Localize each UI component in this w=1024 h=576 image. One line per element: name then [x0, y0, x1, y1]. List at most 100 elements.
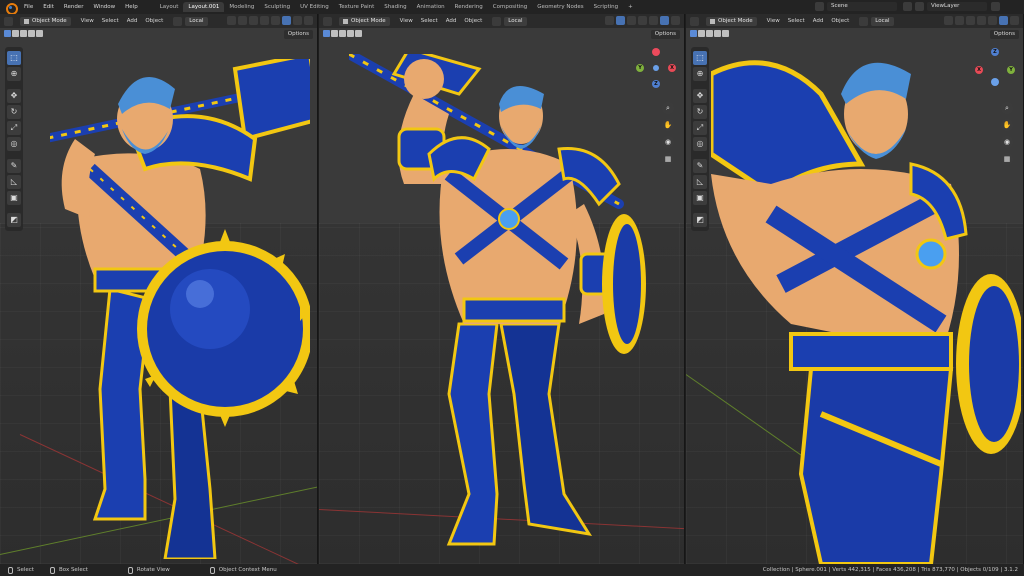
gizmo-y-axis-icon[interactable]: Y	[1007, 66, 1015, 74]
zoom-icon[interactable]: ⌕	[1001, 102, 1013, 114]
menu-add[interactable]: Add	[442, 18, 461, 24]
menu-edit[interactable]: Edit	[38, 4, 59, 10]
select-invert-icon[interactable]	[28, 30, 35, 37]
sidebar-toggle-icon[interactable]: ◩	[7, 213, 21, 227]
new-scene-icon[interactable]	[903, 2, 912, 11]
scale-tool-icon[interactable]: ⤢	[7, 121, 21, 135]
add-cube-tool-icon[interactable]: ▣	[693, 191, 707, 205]
menu-add[interactable]: Add	[809, 18, 828, 24]
wireframe-shading-icon[interactable]	[988, 16, 997, 25]
orientation-icon[interactable]	[173, 16, 183, 26]
pan-hand-icon[interactable]: ✋	[1001, 119, 1013, 131]
transform-tool-icon[interactable]: ◎	[693, 137, 707, 151]
menu-add[interactable]: Add	[123, 18, 142, 24]
perspective-grid-icon[interactable]: ▦	[1001, 153, 1013, 165]
annotate-tool-icon[interactable]: ✎	[693, 159, 707, 173]
select-intersect-icon[interactable]	[355, 30, 362, 37]
transform-tool-icon[interactable]: ◎	[7, 137, 21, 151]
material-shading-icon[interactable]	[671, 16, 680, 25]
move-tool-icon[interactable]: ✥	[7, 89, 21, 103]
measure-tool-icon[interactable]: ◺	[7, 175, 21, 189]
overlay-icon[interactable]	[966, 16, 975, 25]
gizmo-toggle-icon[interactable]	[955, 16, 964, 25]
blender-logo-icon[interactable]	[4, 2, 18, 15]
orientation-dropdown[interactable]: Local	[504, 16, 527, 26]
visibility-icon[interactable]	[944, 16, 953, 25]
gizmo-z-axis-icon[interactable]: Z	[652, 80, 660, 88]
visibility-icon[interactable]	[605, 16, 614, 25]
tab-layout[interactable]: Layout	[155, 2, 184, 12]
xray-icon[interactable]	[260, 16, 269, 25]
tab-texture-paint[interactable]: Texture Paint	[334, 2, 380, 12]
gizmo-z-axis-icon[interactable]: Z	[991, 48, 999, 56]
orientation-dropdown[interactable]: Local	[871, 16, 894, 26]
perspective-grid-icon[interactable]: ▦	[662, 153, 674, 165]
gizmo-z-neg-icon[interactable]	[991, 78, 999, 86]
select-subtract-icon[interactable]	[706, 30, 713, 37]
zoom-icon[interactable]: ⌕	[662, 102, 674, 114]
orientation-icon[interactable]	[859, 16, 869, 26]
new-view-layer-icon[interactable]	[991, 2, 1000, 11]
select-invert-icon[interactable]	[347, 30, 354, 37]
tab-modeling[interactable]: Modeling	[224, 2, 259, 12]
tab-shading[interactable]: Shading	[379, 2, 411, 12]
material-shading-icon[interactable]	[1010, 16, 1019, 25]
menu-file[interactable]: File	[19, 4, 38, 10]
solid-shading-icon[interactable]	[999, 16, 1008, 25]
gizmo-toggle-icon[interactable]	[616, 16, 625, 25]
character-model-view-3[interactable]	[708, 34, 1023, 564]
select-subtract-icon[interactable]	[339, 30, 346, 37]
object-mode-dropdown[interactable]: Object Mode	[706, 16, 757, 26]
menu-view[interactable]: View	[763, 18, 784, 24]
options-dropdown[interactable]: Options	[650, 30, 680, 39]
tab-layout-001[interactable]: Layout.001	[183, 2, 225, 12]
measure-tool-icon[interactable]: ◺	[693, 175, 707, 189]
select-new-icon[interactable]	[323, 30, 330, 37]
overlay-icon[interactable]	[249, 16, 258, 25]
menu-select[interactable]: Select	[417, 18, 442, 24]
viewport-left[interactable]: Object Mode View Select Add Object Local…	[0, 14, 318, 564]
tab-uv-editing[interactable]: UV Editing	[295, 2, 334, 12]
camera-view-icon[interactable]: ◉	[662, 136, 674, 148]
xray-icon[interactable]	[977, 16, 986, 25]
camera-view-icon[interactable]: ◉	[1001, 136, 1013, 148]
select-box-tool-icon[interactable]: ⬚	[7, 51, 21, 65]
rotate-tool-icon[interactable]: ↻	[7, 105, 21, 119]
navigation-gizmo[interactable]: Z X Y	[975, 48, 1015, 88]
select-extend-icon[interactable]	[12, 30, 19, 37]
options-dropdown[interactable]: Options	[989, 30, 1019, 39]
menu-help[interactable]: Help	[120, 4, 143, 10]
rendered-shading-icon[interactable]	[304, 16, 313, 25]
editor-type-icon[interactable]	[323, 16, 332, 26]
navigation-gizmo[interactable]: Y X Z	[636, 48, 676, 88]
orientation-dropdown[interactable]: Local	[185, 16, 208, 26]
viewport-right[interactable]: Object Mode View Select Add Object Local…	[686, 14, 1024, 564]
menu-window[interactable]: Window	[88, 4, 120, 10]
menu-render[interactable]: Render	[59, 4, 89, 10]
sidebar-toggle-icon[interactable]: ◩	[693, 213, 707, 227]
move-tool-icon[interactable]: ✥	[693, 89, 707, 103]
solid-shading-icon[interactable]	[660, 16, 669, 25]
visibility-icon[interactable]	[227, 16, 236, 25]
select-extend-icon[interactable]	[698, 30, 705, 37]
tab-sculpting[interactable]: Sculpting	[259, 2, 295, 12]
menu-view[interactable]: View	[77, 18, 98, 24]
xray-icon[interactable]	[638, 16, 647, 25]
object-mode-dropdown[interactable]: Object Mode	[339, 16, 390, 26]
object-mode-dropdown[interactable]: Object Mode	[20, 16, 71, 26]
menu-object[interactable]: Object	[827, 18, 853, 24]
character-model-view-2[interactable]	[344, 47, 649, 564]
gizmo-x-axis-icon[interactable]: X	[975, 66, 983, 74]
rotate-tool-icon[interactable]: ↻	[693, 105, 707, 119]
gizmo-x-axis-icon[interactable]: X	[668, 64, 676, 72]
solid-shading-icon[interactable]	[282, 16, 291, 25]
tab-animation[interactable]: Animation	[412, 2, 450, 12]
select-new-icon[interactable]	[690, 30, 697, 37]
menu-object[interactable]: Object	[141, 18, 167, 24]
editor-type-icon[interactable]	[4, 16, 13, 26]
tab-geometry-nodes[interactable]: Geometry Nodes	[532, 2, 588, 12]
menu-view[interactable]: View	[396, 18, 417, 24]
select-extend-icon[interactable]	[331, 30, 338, 37]
annotate-tool-icon[interactable]: ✎	[7, 159, 21, 173]
gizmo-toggle-icon[interactable]	[238, 16, 247, 25]
